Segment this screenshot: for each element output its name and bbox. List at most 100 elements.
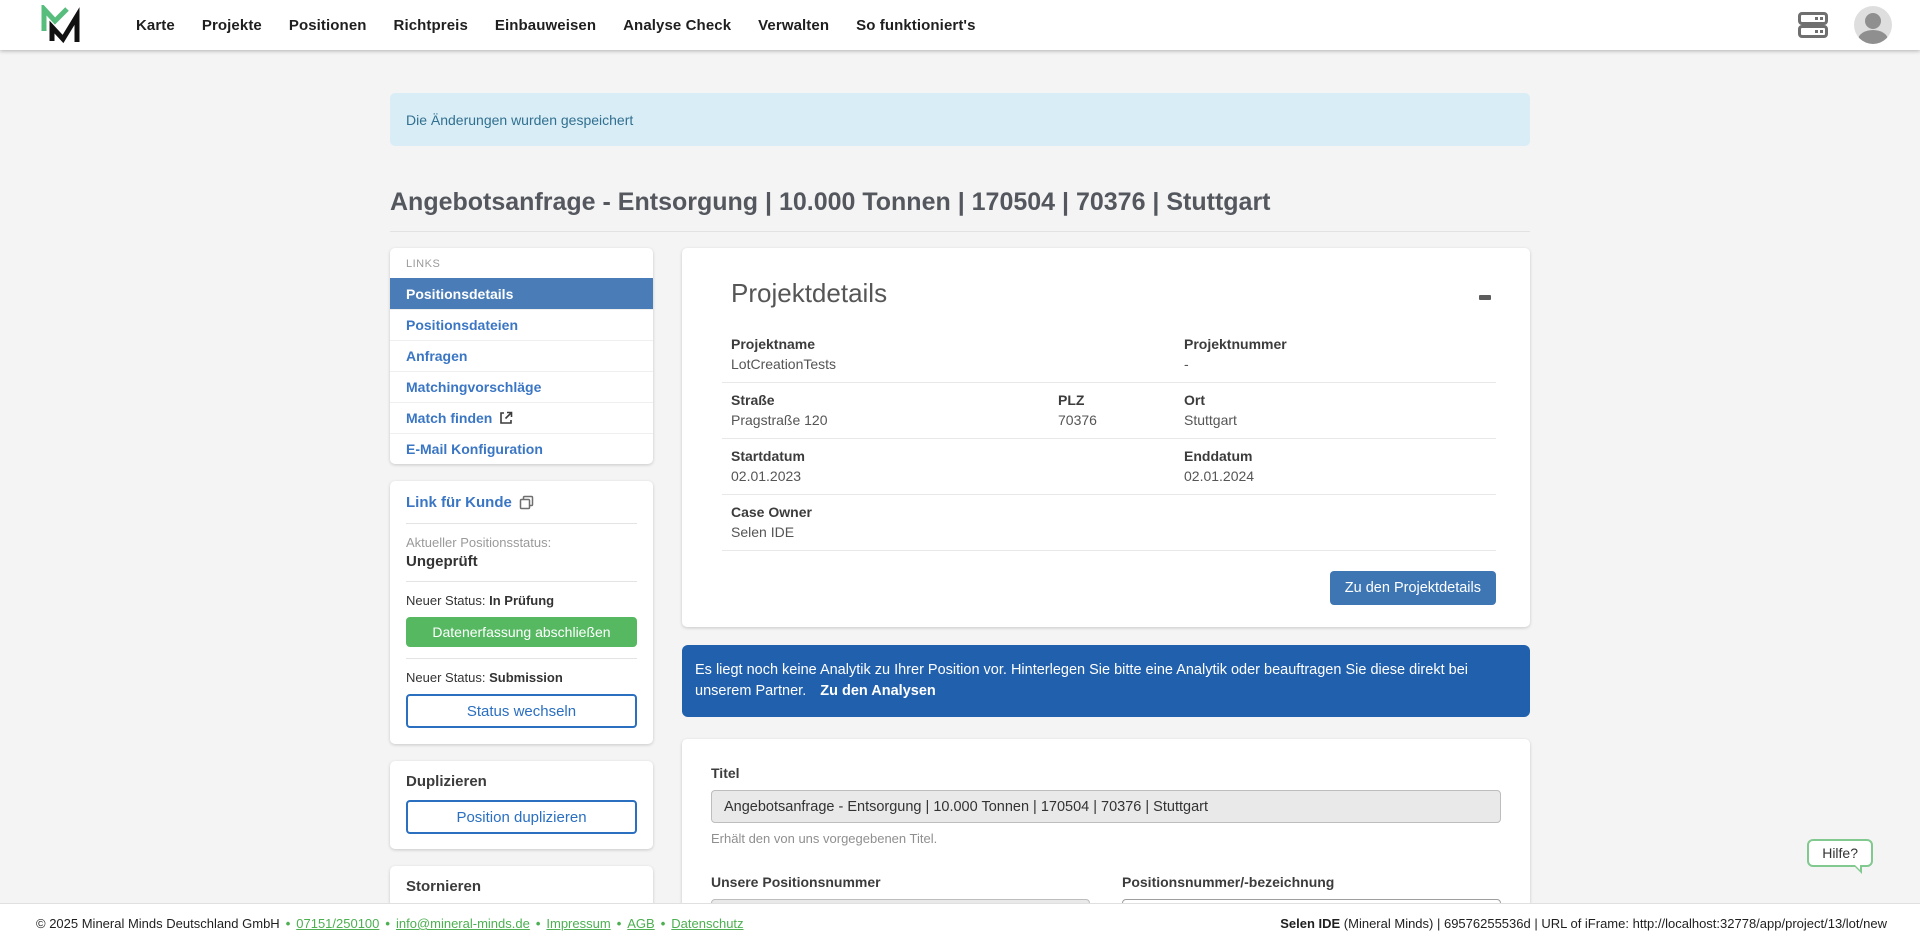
case-owner-label: Case Owner (731, 504, 1184, 520)
new-status-value: Submission (489, 670, 563, 685)
divider (406, 581, 637, 582)
switch-status-button[interactable]: Status wechseln (406, 694, 637, 728)
footer-separator: • (385, 916, 390, 931)
project-row-owner: Case Owner Selen IDE (722, 495, 1496, 551)
links-header: LINKS (390, 248, 653, 278)
footer: © 2025 Mineral Minds Deutschland GmbH • … (0, 903, 1920, 943)
plz-label: PLZ (1058, 392, 1184, 408)
sidebar-item-label: Matchingvorschläge (406, 379, 541, 395)
sidebar-item-positionsdateien[interactable]: Positionsdateien (390, 309, 653, 340)
projektname-value: LotCreationTests (731, 356, 1184, 372)
sidebar-item-positionsdetails[interactable]: Positionsdetails (390, 278, 653, 309)
collapse-button[interactable] (1474, 286, 1496, 308)
nav-item-projekte[interactable]: Projekte (202, 17, 262, 34)
customer-link[interactable]: Link für Kunde (406, 494, 534, 511)
cancel-card-title: Stornieren (406, 878, 637, 895)
projektname-label: Projektname (731, 336, 1184, 352)
sidebar-item-label: Positionsdateien (406, 317, 518, 333)
page-title: Angebotsanfrage - Entsorgung | 10.000 To… (390, 188, 1530, 232)
footer-impressum-link[interactable]: Impressum (546, 916, 610, 931)
footer-datenschutz-link[interactable]: Datenschutz (671, 916, 743, 931)
sidebar-item-match-finden[interactable]: Match finden (390, 402, 653, 433)
titel-label: Titel (711, 765, 1501, 781)
sidebar-item-label: E-Mail Konfiguration (406, 441, 543, 457)
nav-item-verwalten[interactable]: Verwalten (758, 17, 829, 34)
ort-value: Stuttgart (1184, 412, 1496, 428)
strasse-label: Straße (731, 392, 1058, 408)
footer-session-rest: (Mineral Minds) | 69576255536d | URL of … (1340, 916, 1887, 931)
footer-separator: • (536, 916, 541, 931)
startdatum-label: Startdatum (731, 448, 1184, 464)
footer-email-link[interactable]: info@mineral-minds.de (396, 916, 530, 931)
user-avatar[interactable] (1854, 6, 1892, 44)
nav-item-analyse-check[interactable]: Analyse Check (623, 17, 731, 34)
sidebar-item-anfragen[interactable]: Anfragen (390, 340, 653, 371)
customer-link-label: Link für Kunde (406, 494, 512, 511)
complete-data-entry-button[interactable]: Datenerfassung abschließen (406, 617, 637, 647)
go-to-analyses-link[interactable]: Zu den Analysen (820, 683, 935, 699)
avatar-body-icon (1858, 30, 1888, 44)
help-button-label: Hilfe? (1822, 845, 1858, 861)
project-details-card: Projektdetails Projektname LotCreationTe… (682, 248, 1530, 627)
current-status-label: Aktueller Positionsstatus: (406, 535, 637, 550)
strasse-value: Pragstraße 120 (731, 412, 1058, 428)
case-owner-value: Selen IDE (731, 524, 1184, 540)
project-row-address: Straße Pragstraße 120 PLZ 70376 Ort Stut… (722, 383, 1496, 439)
navbar-right (1798, 6, 1892, 44)
projektnummer-label: Projektnummer (1184, 336, 1496, 352)
analytics-banner: Es liegt noch keine Analytik zu Ihrer Po… (682, 645, 1530, 717)
footer-separator: • (286, 916, 291, 931)
footer-copyright: © 2025 Mineral Minds Deutschland GmbH (36, 916, 280, 931)
sidebar: LINKS Positionsdetails Positionsdateien … (390, 248, 653, 943)
new-status-1: Neuer Status: In Prüfung (406, 593, 637, 608)
main-nav: Karte Projekte Positionen Richtpreis Ein… (136, 17, 1798, 34)
help-bubble-tail-inner (1854, 864, 1860, 870)
avatar-head-icon (1865, 13, 1881, 29)
ort-label: Ort (1184, 392, 1496, 408)
current-status-value: Ungeprüft (406, 553, 637, 570)
external-link-icon (499, 411, 513, 425)
nav-item-positionen[interactable]: Positionen (289, 17, 367, 34)
nav-item-richtpreis[interactable]: Richtpreis (394, 17, 468, 34)
page-content: Die Änderungen wurden gespeichert Angebo… (390, 93, 1530, 943)
duplicate-card-title: Duplizieren (406, 773, 637, 790)
footer-separator: • (661, 916, 666, 931)
sidebar-item-label: Match finden (406, 410, 492, 426)
sidebar-item-email-konfiguration[interactable]: E-Mail Konfiguration (390, 433, 653, 464)
mineral-minds-logo-icon[interactable] (40, 5, 84, 45)
save-success-alert: Die Änderungen wurden gespeichert (390, 93, 1530, 146)
footer-left: © 2025 Mineral Minds Deutschland GmbH • … (36, 916, 744, 931)
sidebar-item-label: Anfragen (406, 348, 467, 364)
go-to-project-details-button[interactable]: Zu den Projektdetails (1330, 571, 1496, 605)
footer-separator: • (617, 916, 622, 931)
main-panel: Projektdetails Projektname LotCreationTe… (682, 248, 1530, 943)
footer-session-user: Selen IDE (1280, 916, 1340, 931)
divider (406, 658, 637, 659)
projektnummer-value: - (1184, 356, 1496, 372)
startdatum-value: 02.01.2023 (731, 468, 1184, 484)
footer-phone-link[interactable]: 07151/250100 (296, 916, 379, 931)
sidebar-item-matchingvorschlaege[interactable]: Matchingvorschläge (390, 371, 653, 402)
help-button[interactable]: Hilfe? (1807, 839, 1873, 867)
footer-agb-link[interactable]: AGB (627, 916, 654, 931)
new-status-label: Neuer Status: (406, 670, 486, 685)
server-icon[interactable] (1798, 12, 1828, 38)
sidebar-item-label: Positionsdetails (406, 286, 513, 302)
footer-session-info: Selen IDE (Mineral Minds) | 69576255536d… (1280, 916, 1887, 931)
nav-item-einbauweisen[interactable]: Einbauweisen (495, 17, 596, 34)
new-status-value: In Prüfung (489, 593, 554, 608)
titel-help-text: Erhält den von uns vorgegebenen Titel. (711, 831, 1501, 846)
analytics-banner-text: Es liegt noch keine Analytik zu Ihrer Po… (695, 662, 1468, 699)
project-row-name: Projektname LotCreationTests Projektnumm… (722, 327, 1496, 383)
titel-input[interactable] (711, 790, 1501, 823)
duplicate-position-button[interactable]: Position duplizieren (406, 800, 637, 834)
sidebar-links-card: LINKS Positionsdetails Positionsdateien … (390, 248, 653, 464)
minus-icon (1479, 295, 1491, 300)
plz-value: 70376 (1058, 412, 1184, 428)
enddatum-label: Enddatum (1184, 448, 1496, 464)
nav-item-karte[interactable]: Karte (136, 17, 175, 34)
project-row-dates: Startdatum 02.01.2023 Enddatum 02.01.202… (722, 439, 1496, 495)
copy-icon (519, 495, 534, 510)
nav-item-so-funktionierts[interactable]: So funktioniert's (856, 17, 975, 34)
status-card: Link für Kunde Aktueller Positionsstatus… (390, 481, 653, 744)
